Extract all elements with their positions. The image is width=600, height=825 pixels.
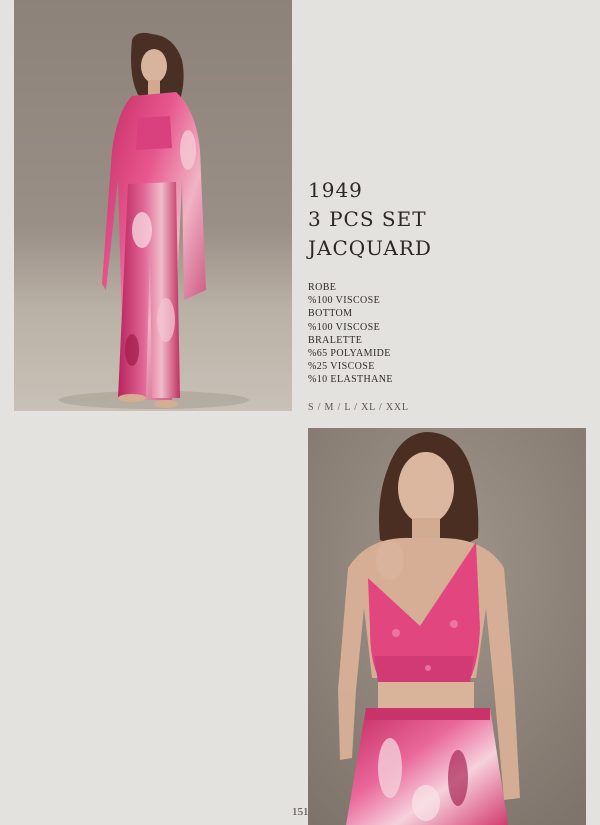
model-closeup-image: [308, 428, 586, 825]
product-fabric: JACQUARD: [308, 236, 432, 260]
product-info: 1949 3 PCS SET JACQUARD ROBE %100 VISCOS…: [308, 176, 568, 387]
page-number: 151: [292, 806, 309, 818]
composition-line: BOTTOM: [308, 308, 353, 320]
product-photo-full-length: [14, 0, 292, 411]
composition-line: %100 VISCOSE: [308, 321, 381, 333]
composition-line: BRALETTE: [308, 334, 363, 346]
product-photo-closeup: [308, 428, 586, 825]
size-range: S / M / L / XL / XXL: [308, 402, 409, 413]
product-code: 1949: [308, 178, 363, 202]
composition-line: %25 VISCOSE: [308, 361, 375, 373]
model-full-length-image: [14, 0, 292, 411]
composition-list: ROBE %100 VISCOSE BOTTOM %100 VISCOSE BR…: [308, 281, 568, 387]
composition-line: ROBE: [308, 282, 337, 293]
composition-line: %100 VISCOSE: [308, 295, 381, 307]
product-set-type: 3 PCS SET: [308, 207, 427, 231]
composition-line: %65 POLYAMIDE: [308, 348, 391, 360]
composition-line: %10 ELASTHANE: [308, 374, 393, 386]
